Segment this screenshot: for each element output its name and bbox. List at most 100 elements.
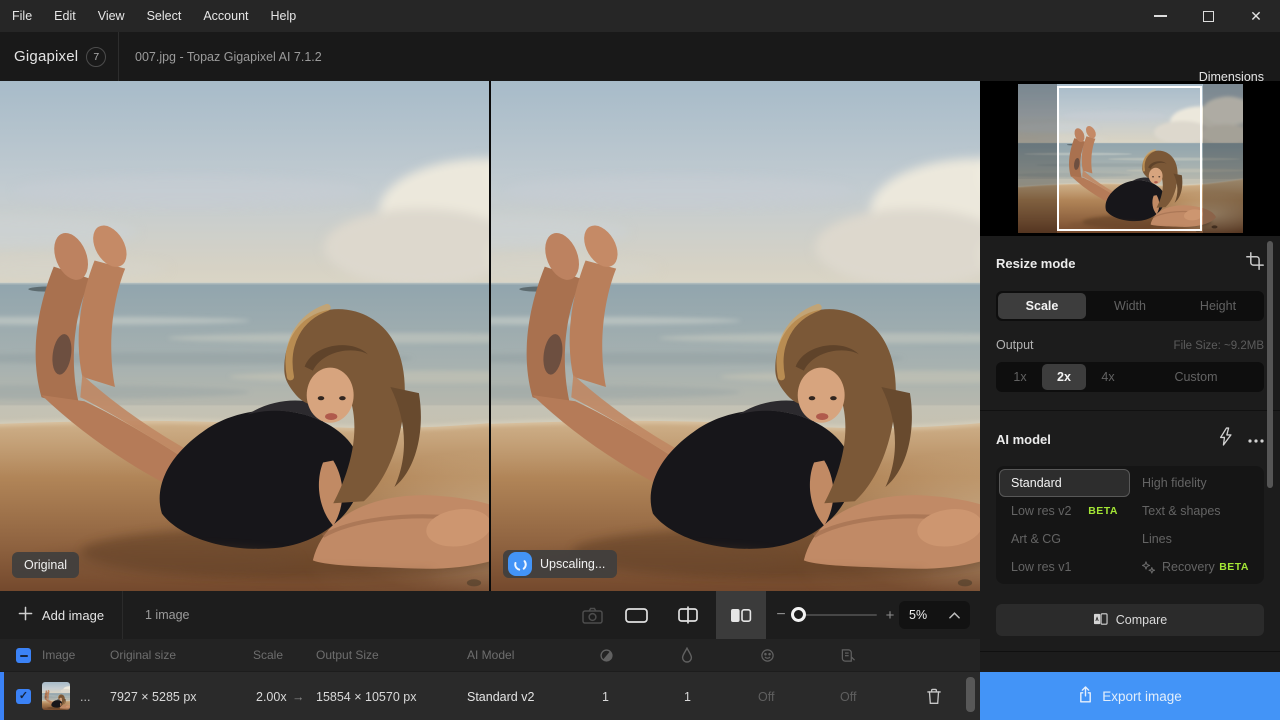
model-recovery[interactable]: Recovery BETA — [1130, 553, 1261, 581]
tab-width[interactable]: Width — [1086, 293, 1174, 319]
column-ai-model[interactable]: AI Model — [467, 639, 514, 671]
column-scale[interactable]: Scale — [253, 639, 283, 671]
row-denoise-value[interactable]: 1 — [684, 672, 691, 720]
zoom-level-value: 5% — [909, 608, 927, 622]
scale-options: 1x 2x 4x Custom — [996, 362, 1264, 392]
sparkles-icon — [1142, 561, 1155, 574]
navigator-viewport-box[interactable] — [1057, 86, 1203, 231]
row-face-recovery-value[interactable]: Off — [758, 672, 774, 720]
camera-icon — [582, 607, 603, 624]
model-low-res-v1[interactable]: Low res v1 — [999, 553, 1130, 581]
gamma-icon[interactable] — [840, 639, 856, 671]
scale-2x-button[interactable]: 2x — [1042, 364, 1086, 390]
upscaled-pane[interactable]: Upscaling... — [491, 81, 980, 591]
navigator-panel — [980, 81, 1280, 236]
scale-custom-button[interactable]: Custom — [1130, 364, 1262, 390]
navigator-dim-left — [1018, 84, 1057, 233]
menu-help[interactable]: Help — [260, 0, 308, 32]
title-bar: Gigapixel 7 007.jpg - Topaz Gigapixel AI… — [0, 32, 1280, 81]
row-thumbnail-photo — [42, 682, 70, 710]
toolbar-divider — [122, 591, 123, 639]
menu-view[interactable]: View — [87, 0, 136, 32]
single-view-button[interactable] — [611, 591, 661, 639]
upscaling-status-chip: Upscaling... — [503, 550, 617, 578]
maximize-icon — [1203, 11, 1214, 22]
menu-account[interactable]: Account — [192, 0, 259, 32]
row-ai-model[interactable]: Standard v2 — [467, 672, 534, 720]
column-image[interactable]: Image — [42, 639, 75, 671]
side-by-side-view-button[interactable] — [716, 591, 766, 639]
menu-file[interactable]: File — [0, 0, 43, 32]
row-thumbnail[interactable] — [42, 682, 70, 710]
row-sharpen-value[interactable]: 1 — [602, 672, 609, 720]
bolt-icon[interactable] — [1218, 427, 1233, 451]
sharpen-icon[interactable] — [599, 639, 614, 671]
original-pane[interactable]: Original — [0, 81, 489, 591]
model-standard[interactable]: Standard — [999, 469, 1130, 497]
menu-edit[interactable]: Edit — [43, 0, 87, 32]
tab-height[interactable]: Height — [1174, 293, 1262, 319]
chevron-up-icon — [949, 612, 960, 619]
ai-model-section: AI model Standard High fidelity Low res … — [980, 427, 1280, 584]
queue-table-header: Image Original size Scale Output Size AI… — [0, 639, 980, 671]
column-output-size[interactable]: Output Size — [316, 639, 379, 671]
tab-scale[interactable]: Scale — [998, 293, 1086, 319]
model-art-cg[interactable]: Art & CG — [999, 525, 1130, 553]
export-image-button[interactable]: Export image — [980, 672, 1280, 720]
add-image-label: Add image — [42, 608, 104, 623]
compare-label: Compare — [1116, 613, 1167, 627]
menu-select[interactable]: Select — [136, 0, 193, 32]
sidebar-scrollbar[interactable] — [1267, 241, 1273, 488]
split-view-button[interactable] — [663, 591, 713, 639]
delete-row-button[interactable] — [926, 672, 942, 720]
zoom-slider-knob[interactable] — [791, 607, 806, 622]
minimize-icon — [1154, 15, 1167, 17]
scale-4x-button[interactable]: 4x — [1086, 364, 1130, 390]
single-view-icon — [625, 608, 648, 623]
navigator-thumbnail[interactable] — [1018, 84, 1243, 233]
split-view-icon — [677, 606, 699, 624]
gigapixel-window: File Edit View Select Account Help ✕ Gig… — [0, 0, 1280, 720]
minimize-button[interactable] — [1136, 0, 1184, 32]
row-filename: ... — [80, 672, 90, 720]
model-text-shapes[interactable]: Text & shapes — [1130, 497, 1261, 525]
row-checkbox[interactable]: ✓ — [16, 689, 31, 704]
crop-icon[interactable] — [1246, 252, 1264, 275]
resize-section: Resize mode Scale Width Height Output Fi… — [980, 252, 1280, 411]
zoom-out-button[interactable]: − — [772, 591, 790, 639]
arrow-right-icon: → — [292, 672, 305, 720]
close-icon: ✕ — [1250, 9, 1262, 23]
column-original-size[interactable]: Original size — [110, 639, 176, 671]
row-original-size: 7927 × 5285 px — [110, 672, 197, 720]
face-recovery-icon[interactable] — [760, 639, 775, 671]
scale-1x-button[interactable]: 1x — [998, 364, 1042, 390]
denoise-icon[interactable] — [681, 639, 693, 671]
add-image-button[interactable]: Add image — [0, 591, 122, 639]
row-scale[interactable]: 2.00x — [256, 672, 287, 720]
zoom-slider-track[interactable] — [797, 614, 877, 616]
upscaling-label: Upscaling... — [540, 557, 605, 571]
table-scrollbar[interactable] — [966, 677, 975, 712]
queue-table-row[interactable]: ✓ ... 7927 × 5285 px 2.00x → 15854 × 105… — [0, 671, 980, 720]
compare-button[interactable]: Compare — [996, 604, 1264, 636]
document-title: 007.jpg - Topaz Gigapixel AI 7.1.2 — [135, 50, 322, 64]
row-gamma-value[interactable]: Off — [840, 672, 856, 720]
snapshot-button[interactable] — [574, 591, 610, 639]
ellipsis-icon[interactable] — [1248, 430, 1264, 448]
original-label: Original — [24, 558, 67, 572]
maximize-button[interactable] — [1184, 0, 1232, 32]
sidebar-footer-divider — [980, 651, 1280, 652]
close-button[interactable]: ✕ — [1232, 0, 1280, 32]
compare-icon — [1093, 612, 1108, 629]
spinner-icon — [508, 552, 532, 576]
model-low-res-v2[interactable]: Low res v2BETA — [999, 497, 1130, 525]
select-all-checkbox[interactable] — [16, 648, 31, 663]
zoom-level-dropdown[interactable]: 5% — [899, 601, 970, 629]
model-lines[interactable]: Lines — [1130, 525, 1261, 553]
model-high-fidelity[interactable]: High fidelity — [1130, 469, 1261, 497]
zoom-in-button[interactable]: + — [881, 591, 899, 639]
window-controls: ✕ — [1136, 0, 1280, 32]
version-badge: 7 — [86, 47, 106, 67]
row-selected-accent — [0, 672, 4, 720]
beta-badge: BETA — [1219, 561, 1249, 573]
